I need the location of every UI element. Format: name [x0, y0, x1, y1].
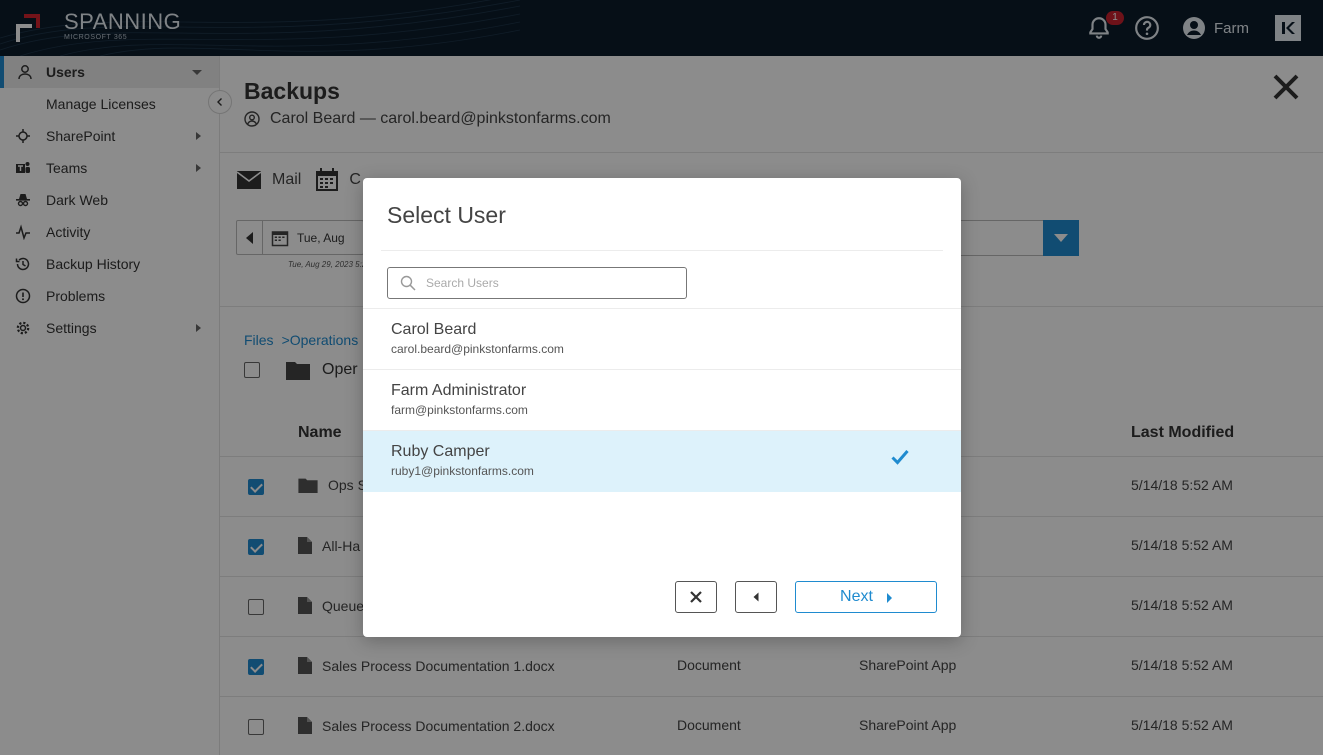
- user-item-name: Farm Administrator: [391, 382, 527, 399]
- user-item-name: Ruby Camper: [391, 443, 490, 460]
- checkmark-icon: [891, 450, 909, 465]
- dialog-actions: Next: [675, 581, 937, 613]
- list-item-user[interactable]: Carol Beard carol.beard@pinkstonfarms.co…: [363, 309, 961, 370]
- divider: [381, 250, 943, 251]
- user-item-email: ruby1@pinkstonfarms.com: [391, 464, 534, 478]
- caret-left-icon: [753, 592, 759, 602]
- cancel-button[interactable]: [675, 581, 717, 613]
- select-user-dialog: Select User Carol Beard carol.beard@pink…: [363, 178, 961, 637]
- back-button[interactable]: [735, 581, 777, 613]
- list-item-user[interactable]: Farm Administrator farm@pinkstonfarms.co…: [363, 370, 961, 431]
- caret-right-icon: [886, 593, 892, 603]
- search-input[interactable]: [426, 276, 666, 290]
- close-icon: [690, 591, 702, 603]
- user-list: Carol Beard carol.beard@pinkstonfarms.co…: [363, 308, 961, 492]
- user-item-email: carol.beard@pinkstonfarms.com: [391, 342, 564, 356]
- search-icon: [400, 275, 416, 291]
- next-button-label: Next: [840, 588, 873, 605]
- user-item-email: farm@pinkstonfarms.com: [391, 403, 528, 417]
- next-button[interactable]: Next: [795, 581, 937, 613]
- dialog-title: Select User: [387, 202, 506, 228]
- search-field[interactable]: [387, 267, 687, 299]
- user-item-name: Carol Beard: [391, 321, 477, 338]
- list-item-user-selected[interactable]: Ruby Camper ruby1@pinkstonfarms.com: [363, 431, 961, 492]
